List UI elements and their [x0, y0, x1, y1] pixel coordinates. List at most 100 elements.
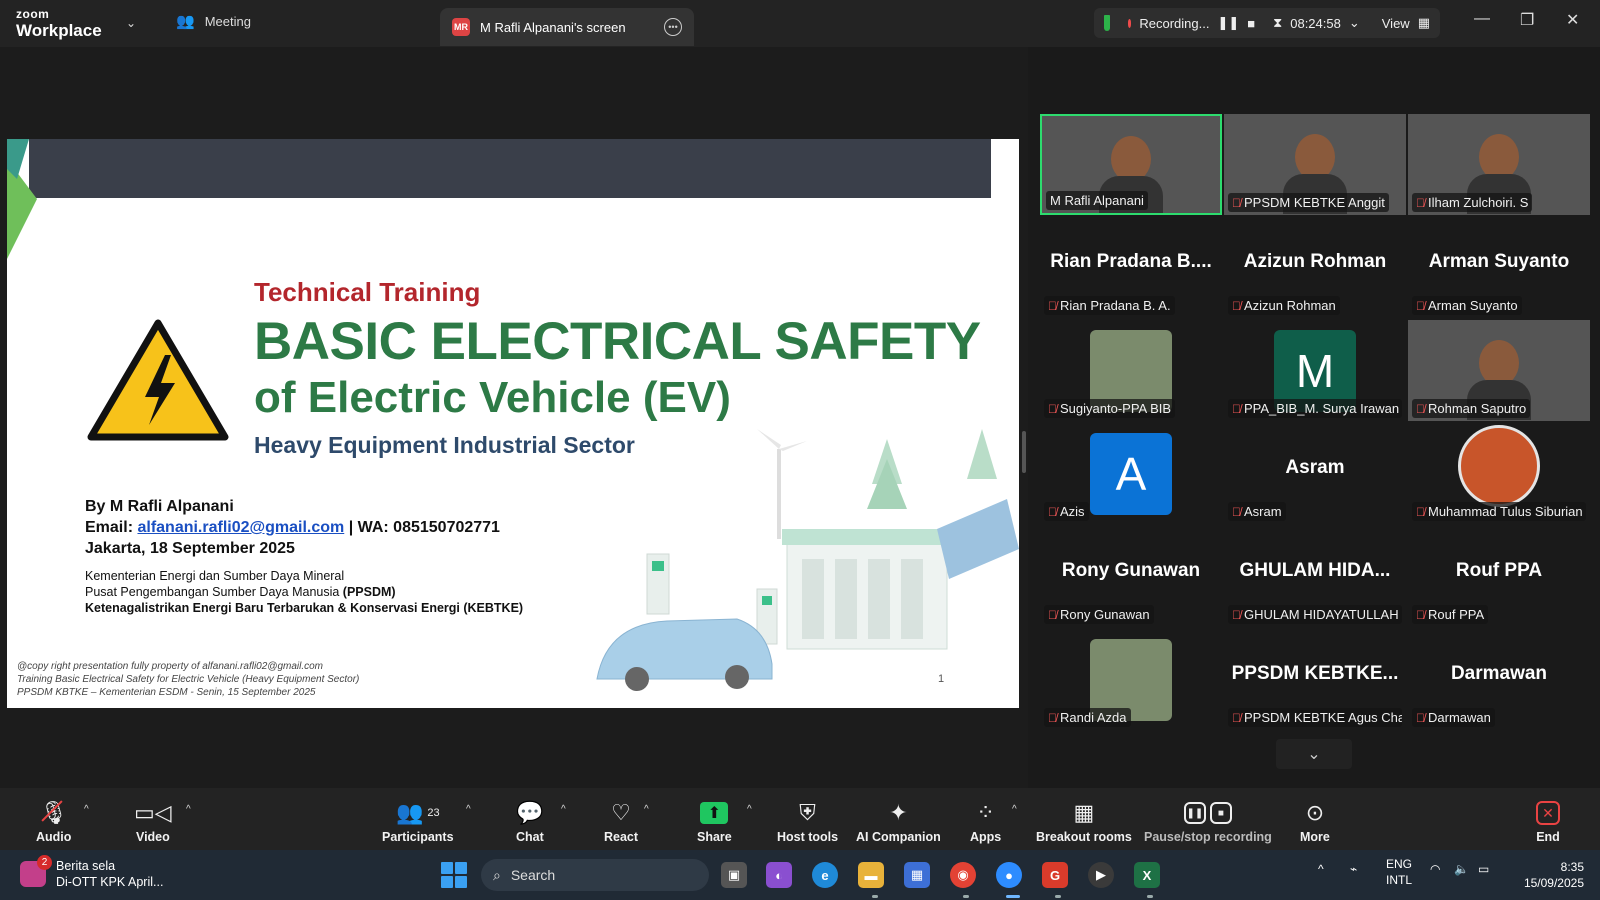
participant-tile[interactable]: Rouf PPA 🎙̸ Rouf PPA: [1408, 526, 1590, 627]
video-button[interactable]: ▭◁ Video: [134, 798, 172, 844]
tray-expand-icon[interactable]: ^: [1318, 862, 1324, 876]
participant-tile[interactable]: M Rafli Alpanani: [1040, 114, 1222, 215]
breakout-rooms-button[interactable]: ▦ Breakout rooms: [1036, 798, 1132, 844]
taskbar-search[interactable]: ⌕ Search: [481, 859, 709, 891]
gallery-scroll-down-icon[interactable]: ⌄: [1276, 739, 1352, 769]
email-label: Email:: [85, 519, 134, 536]
participant-tile[interactable]: 🎙̸ PPSDM KEBTKE Anggit: [1224, 114, 1406, 215]
participant-tile[interactable]: PPSDM KEBTKE... 🎙̸ PPSDM KEBTKE Agus Cha..…: [1224, 629, 1406, 730]
microphone-muted-icon: 🎙̸: [1048, 401, 1057, 416]
participant-tile[interactable]: Azizun Rohman 🎙̸ Azizun Rohman: [1224, 217, 1406, 318]
zoom-app-icon[interactable]: ●: [996, 862, 1022, 888]
participant-name: GHULAM HIDAYATULLAH: [1244, 607, 1399, 622]
tab-shared-screen[interactable]: MR M Rafli Alpanani's screen •••: [440, 8, 694, 46]
share-button[interactable]: ⬆ Share: [697, 798, 732, 844]
tab-meeting-label: Meeting: [204, 13, 251, 29]
more-label: More: [1300, 830, 1330, 844]
more-button[interactable]: ⊙ More: [1300, 798, 1330, 844]
participant-tile[interactable]: Asram 🎙̸ Asram: [1224, 423, 1406, 524]
wifi-icon[interactable]: ◠: [1430, 862, 1440, 876]
video-label: Video: [135, 830, 170, 844]
pause-recording-button[interactable]: ❚❚ ■ Pause/stop recording: [1144, 798, 1272, 844]
participant-name: Azis: [1060, 504, 1085, 519]
chat-button[interactable]: 💬 Chat: [516, 798, 544, 844]
network-pen-icon[interactable]: ⌁: [1350, 862, 1357, 876]
participant-name-label: 🎙̸ Arman Suyanto: [1412, 296, 1522, 315]
ev-charging-illustration: [596, 429, 1019, 691]
copilot-icon[interactable]: ◐: [766, 862, 792, 888]
copyright-line3: PPSDM KBTKE – Kementerian ESDM - Senin, …: [17, 687, 316, 698]
apps-caret-icon[interactable]: ^: [1012, 804, 1017, 815]
participant-name-label: 🎙̸ Sugiyanto-PPA BIB: [1044, 399, 1176, 418]
whatsapp-number: | WA: 085150702771: [348, 519, 500, 536]
resize-handle[interactable]: [1022, 431, 1026, 473]
view-layout-icon[interactable]: ▦: [1418, 15, 1430, 31]
react-caret-icon[interactable]: ^: [644, 804, 649, 815]
participants-caret-icon[interactable]: ^: [466, 804, 471, 815]
participant-name-label: 🎙̸ Randi Azda: [1044, 708, 1131, 727]
participant-tile[interactable]: 🎙̸ Ilham Zulchoiri. S: [1408, 114, 1590, 215]
recording-status: Recording... ❚❚ ■ ⧗ 08:24:58 ⌄ View ▦: [1094, 8, 1440, 38]
stop-icon[interactable]: ■: [1247, 16, 1255, 31]
video-options-caret-icon[interactable]: ^: [186, 804, 191, 815]
windows-taskbar: 2 Berita sela Di-OTT KPK April... ⌕ Sear…: [0, 850, 1600, 900]
view-button[interactable]: View: [1382, 16, 1410, 31]
react-button[interactable]: ♡ React: [604, 798, 638, 844]
system-clock[interactable]: 8:35 15/09/2025: [1514, 859, 1584, 891]
microphone-muted-icon: 🎙̸: [1232, 504, 1241, 519]
chevron-down-icon[interactable]: ⌄: [1349, 15, 1360, 31]
speaker-icon[interactable]: 🔈: [1454, 862, 1469, 876]
participants-icon: 👥 23: [395, 800, 440, 825]
participant-tile[interactable]: 🎙̸ Muhammad Tulus Siburian: [1408, 423, 1590, 524]
recording-label: Recording...: [1139, 15, 1210, 31]
shield-icon[interactable]: [1104, 15, 1110, 31]
microphone-muted-icon: 🎙̸: [1048, 298, 1057, 313]
participant-tile[interactable]: Darmawan 🎙̸ Darmawan: [1408, 629, 1590, 730]
participant-tile[interactable]: 🎙̸ Sugiyanto-PPA BIB: [1040, 320, 1222, 421]
host-tools-button[interactable]: ⛨ Host tools: [777, 798, 838, 844]
participant-tile[interactable]: M 🎙̸ PPA_BIB_M. Surya Irawan: [1224, 320, 1406, 421]
participant-tile[interactable]: A 🎙̸ Azis: [1040, 423, 1222, 524]
chrome-icon[interactable]: ◉: [950, 862, 976, 888]
share-caret-icon[interactable]: ^: [747, 804, 752, 815]
edge-browser-icon[interactable]: e: [812, 862, 838, 888]
ai-companion-button[interactable]: ✦ AI Companion: [856, 798, 941, 844]
battery-icon[interactable]: ▭: [1478, 862, 1489, 876]
participants-button[interactable]: 👥 23 Participants: [382, 798, 454, 844]
participant-tile[interactable]: GHULAM HIDA... 🎙̸ GHULAM HIDAYATULLAH: [1224, 526, 1406, 627]
task-view-icon[interactable]: ▣: [721, 862, 747, 888]
audio-button[interactable]: 🎙 Audio: [36, 798, 71, 844]
language-code: ENG: [1386, 857, 1413, 871]
participant-tile[interactable]: Rian Pradana B.... 🎙̸ Rian Pradana B. A.: [1040, 217, 1222, 318]
language-indicator[interactable]: ENG INTL: [1386, 856, 1412, 888]
author-name: By M Rafli Alpanani: [85, 498, 234, 515]
close-icon[interactable]: ✕: [1566, 10, 1579, 30]
pause-icon[interactable]: ❚❚: [1217, 15, 1239, 31]
tab-meeting[interactable]: 👥 Meeting: [176, 12, 251, 30]
high-voltage-warning-icon: [87, 319, 229, 441]
file-explorer-icon[interactable]: ▬: [858, 862, 884, 888]
participant-tile[interactable]: Rony Gunawan 🎙̸ Rony Gunawan: [1040, 526, 1222, 627]
restore-icon[interactable]: ❐: [1520, 10, 1534, 30]
chat-bubble-icon: 💬: [516, 800, 544, 825]
running-indicator: [1147, 895, 1153, 898]
news-icon: 2: [20, 855, 52, 887]
excel-icon[interactable]: X: [1134, 862, 1160, 888]
apps-button[interactable]: ⁘ Apps: [970, 798, 1001, 844]
audio-options-caret-icon[interactable]: ^: [84, 804, 89, 815]
end-meeting-button[interactable]: ✕ End: [1536, 798, 1560, 844]
media-player-icon[interactable]: ▶: [1088, 862, 1114, 888]
chevron-down-icon[interactable]: ⌄: [126, 16, 136, 30]
foxit-reader-icon[interactable]: G: [1042, 862, 1068, 888]
minimize-icon[interactable]: —: [1474, 10, 1490, 28]
news-widget[interactable]: 2 Berita sela Di-OTT KPK April...: [20, 855, 163, 890]
windows-start-icon[interactable]: [441, 862, 467, 888]
email-link[interactable]: alfanani.rafli02@gmail.com: [137, 519, 344, 536]
chat-caret-icon[interactable]: ^: [561, 804, 566, 815]
participant-tile[interactable]: 🎙̸ Randi Azda: [1040, 629, 1222, 730]
microsoft-store-icon[interactable]: ▦: [904, 862, 930, 888]
participant-tile[interactable]: Arman Suyanto 🎙̸ Arman Suyanto: [1408, 217, 1590, 318]
participant-name-label: 🎙̸ Rohman Saputro: [1412, 399, 1531, 418]
more-options-icon[interactable]: •••: [664, 18, 682, 36]
participant-tile[interactable]: 🎙̸ Rohman Saputro: [1408, 320, 1590, 421]
